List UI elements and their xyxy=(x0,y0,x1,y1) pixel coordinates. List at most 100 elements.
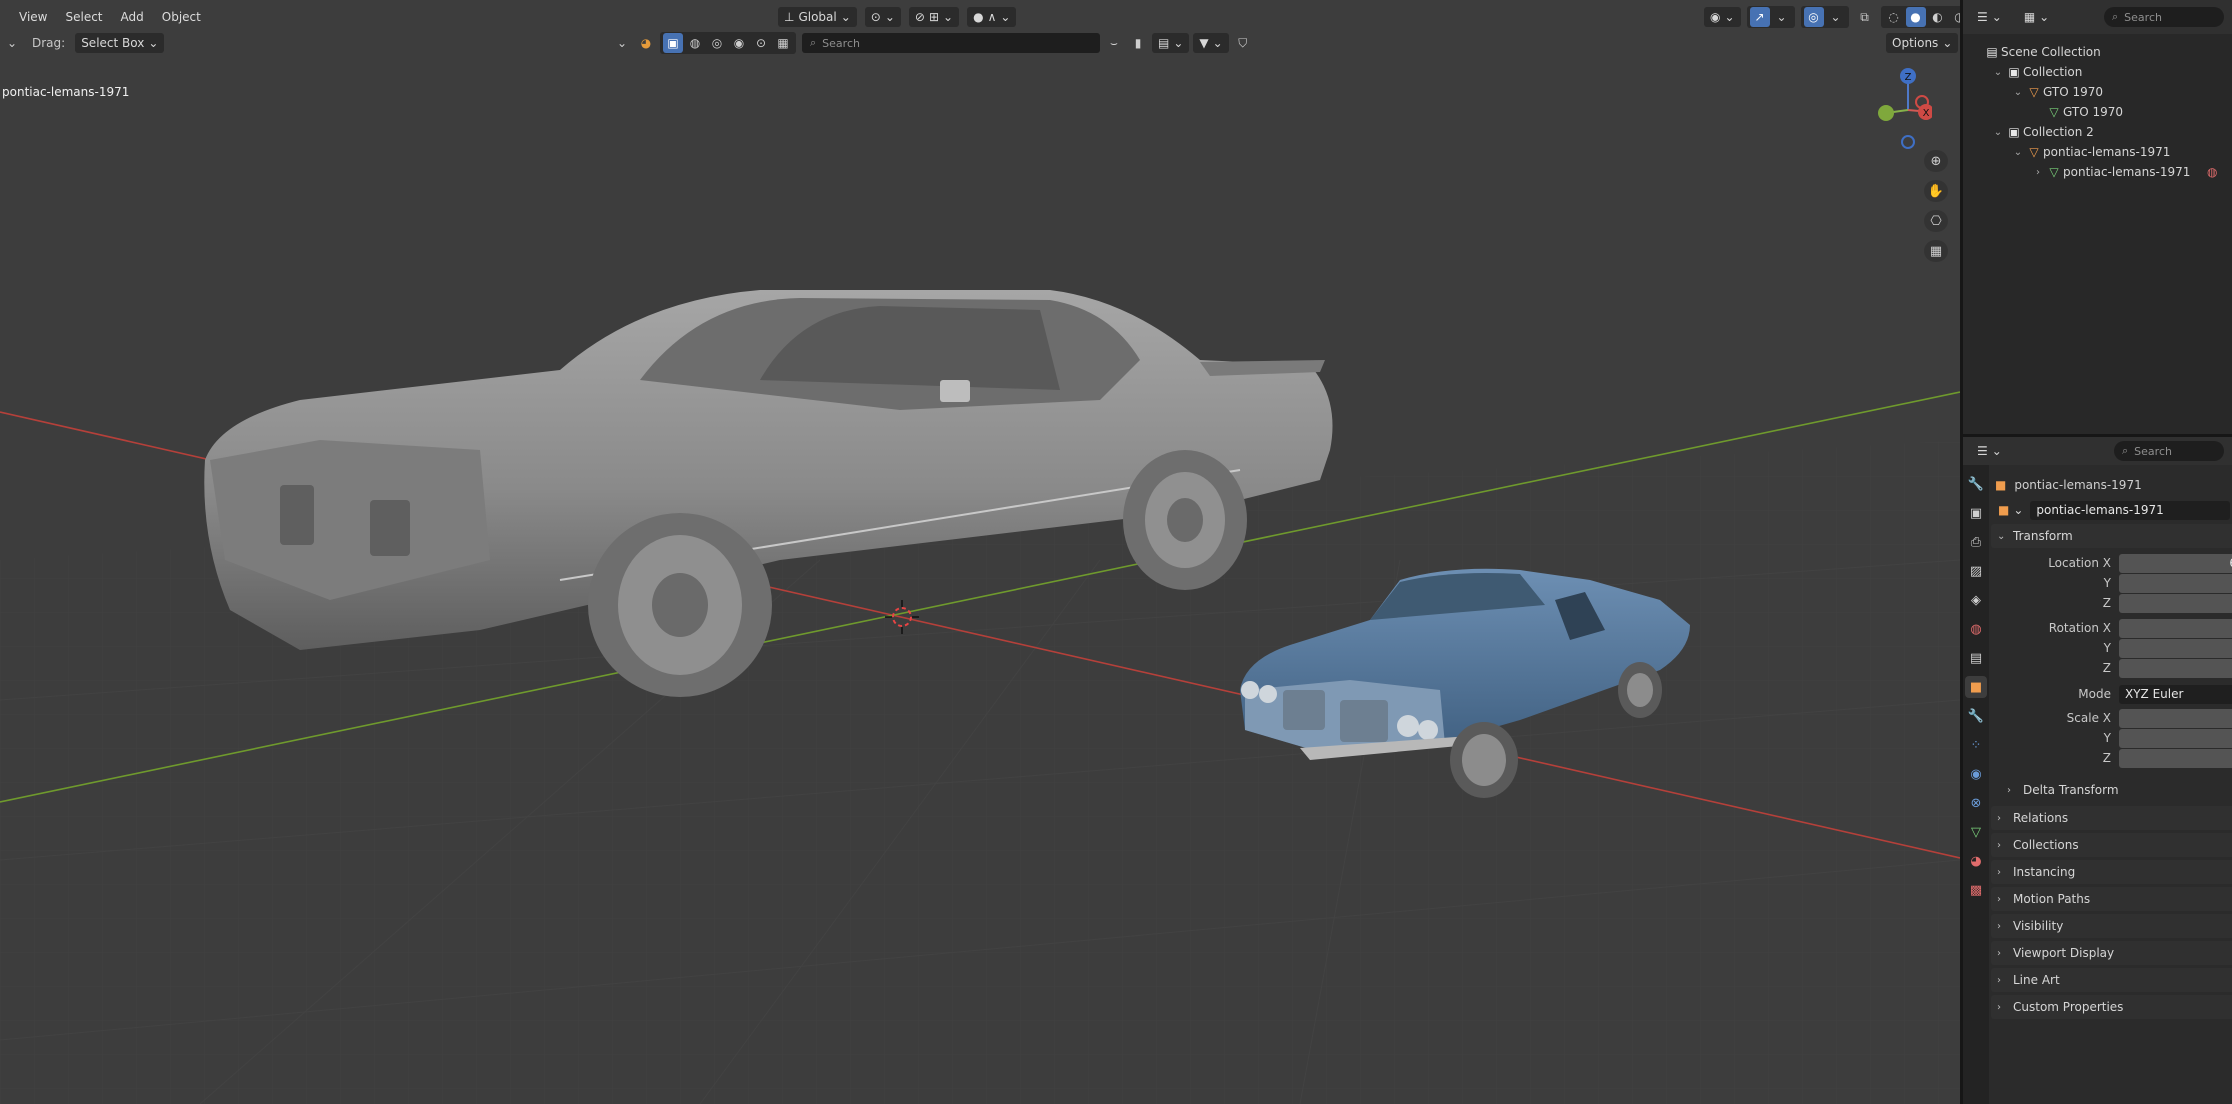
material-icon[interactable]: ◎ xyxy=(707,33,727,53)
wireframe-shading-icon[interactable]: ◌ xyxy=(1884,7,1904,27)
gizmo-icon[interactable]: ↗ xyxy=(1749,7,1770,27)
world-icon[interactable]: ◉ xyxy=(729,33,749,53)
color-wheel-icon[interactable]: ◕ xyxy=(636,33,656,53)
rendered-shading-icon[interactable]: ◑ xyxy=(1950,7,1960,27)
visibility-dropdown[interactable]: ◉ ⌄ xyxy=(1704,7,1741,27)
render-tab-icon[interactable]: ▣ xyxy=(1965,502,1987,524)
data-tab-icon[interactable]: ▽ xyxy=(1965,821,1987,843)
location-z-field[interactable] xyxy=(2119,594,2232,613)
line-art-panel[interactable]: › Line Art xyxy=(1991,968,2232,992)
texture-tab-icon[interactable]: ▩ xyxy=(1965,879,1987,901)
navigation-gizmo[interactable]: Z X xyxy=(1862,66,1932,150)
properties-search-box[interactable]: ⌕ xyxy=(2114,441,2224,461)
menu-object[interactable]: Object xyxy=(153,6,210,28)
pivot-point-dropdown[interactable]: ⊙ ⌄ xyxy=(864,7,901,27)
drag-mode-dropdown[interactable]: Select Box ⌄ xyxy=(75,33,165,53)
custom-properties-panel[interactable]: › Custom Properties xyxy=(1991,995,2232,1019)
chevron-down-icon[interactable]: ⌄ xyxy=(1991,127,2005,138)
particles-tab-icon[interactable]: ⁘ xyxy=(1965,734,1987,756)
view-layer-tab-icon[interactable]: ▨ xyxy=(1965,560,1987,582)
display-mode-dropdown[interactable]: ▤ ⌄ xyxy=(1152,33,1190,53)
shield-icon[interactable]: ⛉ xyxy=(1233,33,1253,53)
perspective-grid-icon[interactable]: ▦ xyxy=(1924,240,1948,262)
material-badge-icon[interactable]: ◍ xyxy=(2207,165,2217,179)
scene-tab-icon[interactable]: ◈ xyxy=(1965,589,1987,611)
outliner-search-box[interactable]: ⌕ xyxy=(2104,7,2224,27)
outliner-item-collection[interactable]: ⌄ ▣ Collection xyxy=(1963,62,2232,82)
object-name[interactable]: pontiac-lemans-1971 xyxy=(2014,478,2141,492)
scale-y-field[interactable] xyxy=(2119,729,2232,748)
chevron-down-icon[interactable]: ⌄ xyxy=(1772,7,1792,27)
shading-icon[interactable]: ◍ xyxy=(685,33,705,53)
solid-shading-icon[interactable]: ● xyxy=(1905,7,1926,27)
chevron-down-icon[interactable]: ⌄ xyxy=(612,33,632,53)
tool-search-input[interactable] xyxy=(822,36,1092,50)
material-tab-icon[interactable]: ◕ xyxy=(1965,850,1987,872)
outliner-item-scene-collection[interactable]: ▤ Scene Collection xyxy=(1963,42,2232,62)
xray-icon[interactable]: ⧉ xyxy=(1855,7,1875,27)
editor-type-dropdown[interactable]: ☰ ⌄ xyxy=(1971,7,2008,27)
motion-paths-panel[interactable]: › Motion Paths xyxy=(1991,887,2232,911)
pan-hand-icon[interactable]: ✋ xyxy=(1924,180,1948,202)
chevron-down-icon[interactable]: ⌄ xyxy=(2011,147,2025,158)
visibility-panel[interactable]: › Visibility xyxy=(1991,914,2232,938)
modifier-tab-icon[interactable]: 🔧 xyxy=(1965,705,1987,727)
outliner-item-gto-1970-object[interactable]: ⌄ ▽ GTO 1970 xyxy=(1963,82,2232,102)
chevron-down-icon[interactable]: ⌄ xyxy=(2,33,22,53)
rotation-x-field[interactable]: - xyxy=(2119,619,2232,638)
collections-panel[interactable]: › Collections xyxy=(1991,833,2232,857)
delta-transform-subpanel[interactable]: › Delta Transform xyxy=(2001,778,2232,802)
rotation-mode-dropdown[interactable]: XYZ Euler xyxy=(2119,685,2232,704)
view-icon[interactable]: ⊙ xyxy=(751,33,771,53)
scale-z-field[interactable] xyxy=(2119,749,2232,768)
chevron-down-icon[interactable]: ⌄ xyxy=(1991,67,2005,78)
relations-panel[interactable]: › Relations xyxy=(1991,806,2232,830)
select-box-icon[interactable]: ▣ xyxy=(663,33,683,53)
gizmo-y-icon[interactable] xyxy=(1878,105,1894,121)
link-icon[interactable]: ⌣ xyxy=(1104,33,1124,53)
object-tab-icon[interactable]: ■ xyxy=(1965,676,1987,698)
object-browse-dropdown[interactable]: ■ ⌄ xyxy=(1995,500,2027,520)
outliner-item-pontiac-object[interactable]: ⌄ ▽ pontiac-lemans-1971 xyxy=(1963,142,2232,162)
zoom-icon[interactable]: ⊕ xyxy=(1924,150,1948,172)
tool-search-box[interactable]: ⌕ xyxy=(802,33,1100,53)
rotation-y-field[interactable] xyxy=(2119,639,2232,658)
object-name-field[interactable]: pontiac-lemans-1971 xyxy=(2030,500,2231,520)
location-x-field[interactable]: 6 xyxy=(2119,554,2232,573)
outliner-item-gto-1970-mesh[interactable]: ▽ GTO 1970 xyxy=(1963,102,2232,122)
location-y-field[interactable] xyxy=(2119,574,2232,593)
chevron-down-icon[interactable]: ⌄ xyxy=(2011,87,2025,98)
viewport-display-panel[interactable]: › Viewport Display xyxy=(1991,941,2232,965)
menu-view[interactable]: View xyxy=(10,6,56,28)
outliner-item-pontiac-mesh[interactable]: › ▽ pontiac-lemans-1971 ◍ xyxy=(1963,162,2232,182)
display-mode-dropdown[interactable]: ▦ ⌄ xyxy=(2018,7,2055,27)
tool-tab-icon[interactable]: 🔧 xyxy=(1965,473,1987,495)
menu-add[interactable]: Add xyxy=(112,6,153,28)
viewport-scene[interactable] xyxy=(0,0,1960,1104)
material-shading-icon[interactable]: ◐ xyxy=(1928,7,1948,27)
scale-x-field[interactable] xyxy=(2119,709,2232,728)
outliner-search-input[interactable] xyxy=(2124,10,2216,24)
instancing-panel[interactable]: › Instancing xyxy=(1991,860,2232,884)
chevron-right-icon[interactable]: › xyxy=(2031,167,2045,178)
properties-search-input[interactable] xyxy=(2134,444,2216,458)
rotation-z-field[interactable] xyxy=(2119,659,2232,678)
3d-viewport[interactable]: View Select Add Object ⊥ Global ⌄ ⊙ ⌄ ⊘ ⊞ ⌄… xyxy=(0,0,1960,1104)
editor-type-dropdown[interactable]: ☰ ⌄ xyxy=(1971,441,2008,461)
output-tab-icon[interactable]: ⎙ xyxy=(1965,531,1987,553)
physics-tab-icon[interactable]: ◉ xyxy=(1965,763,1987,785)
constraints-tab-icon[interactable]: ⊗ xyxy=(1965,792,1987,814)
menu-select[interactable]: Select xyxy=(56,6,111,28)
options-dropdown[interactable]: Options ⌄ xyxy=(1886,33,1959,53)
filter-dropdown[interactable]: ▼ ⌄ xyxy=(1193,33,1229,53)
chevron-down-icon[interactable]: ⌄ xyxy=(1826,7,1846,27)
transform-orientation-dropdown[interactable]: ⊥ Global ⌄ xyxy=(778,7,857,27)
world-tab-icon[interactable]: ◍ xyxy=(1965,618,1987,640)
snap-dropdown[interactable]: ⊘ ⊞ ⌄ xyxy=(908,7,960,27)
camera-view-icon[interactable]: ⎔ xyxy=(1924,210,1948,232)
bookmark-icon[interactable]: ▮ xyxy=(1128,33,1148,53)
scene-icon[interactable]: ▦ xyxy=(773,33,793,53)
overlay-icon[interactable]: ◎ xyxy=(1803,7,1824,27)
collection-tab-icon[interactable]: ▤ xyxy=(1965,647,1987,669)
outliner-item-collection-2[interactable]: ⌄ ▣ Collection 2 xyxy=(1963,122,2232,142)
